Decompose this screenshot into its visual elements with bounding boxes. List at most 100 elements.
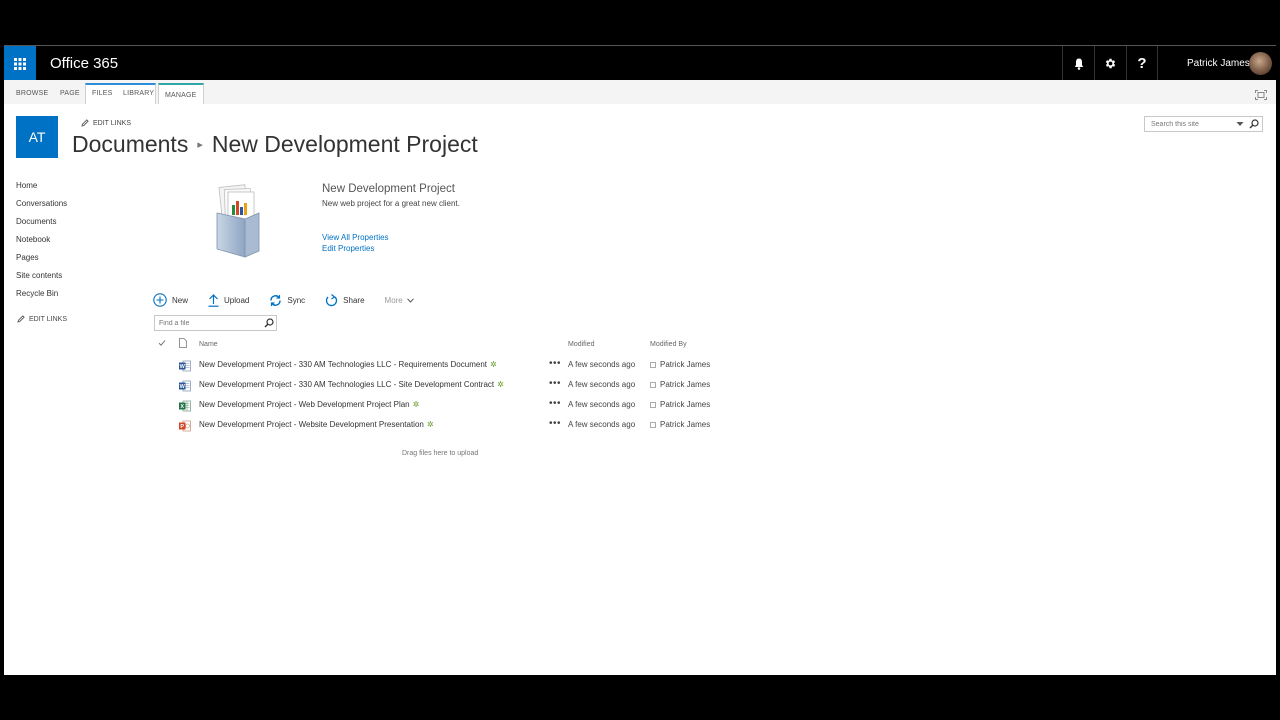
- waffle-icon[interactable]: [4, 46, 36, 81]
- modified-by-user[interactable]: Patrick James: [650, 360, 710, 369]
- file-name: New Development Project - Web Developmen…: [199, 400, 410, 409]
- new-button[interactable]: New: [153, 293, 188, 307]
- more-options-icon[interactable]: •••: [549, 358, 561, 369]
- nav-item-site-contents[interactable]: Site contents: [16, 270, 67, 288]
- modified-value: A few seconds ago: [568, 420, 636, 429]
- modified-by-user[interactable]: Patrick James: [650, 400, 710, 409]
- brand-title[interactable]: Office 365: [50, 46, 118, 81]
- file-name-link[interactable]: New Development Project - 330 AM Technol…: [199, 360, 497, 369]
- file-name-link[interactable]: New Development Project - Website Develo…: [199, 420, 434, 429]
- gear-icon[interactable]: [1094, 46, 1126, 81]
- presence-icon: [650, 381, 656, 388]
- drag-drop-hint[interactable]: Drag files here to upload: [402, 450, 478, 457]
- column-header-modified[interactable]: Modified: [568, 341, 594, 355]
- table-row[interactable]: P New Development Project - Website Deve…: [154, 417, 724, 437]
- suite-bar: Office 365 ? Patrick James: [4, 45, 1276, 81]
- search-box: [1144, 116, 1263, 132]
- nav-item-pages[interactable]: Pages: [16, 252, 67, 270]
- nav-item-documents[interactable]: Documents: [16, 216, 67, 234]
- file-name-link[interactable]: New Development Project - Web Developmen…: [199, 400, 419, 409]
- file-name: New Development Project - Website Develo…: [199, 420, 424, 429]
- modified-by-name: Patrick James: [660, 380, 711, 389]
- column-header-modified-by[interactable]: Modified By: [650, 341, 687, 355]
- modified-by-name: Patrick James: [660, 420, 711, 429]
- tab-manage[interactable]: MANAGE: [158, 83, 204, 104]
- search-icon[interactable]: [264, 318, 274, 328]
- pencil-icon: [17, 315, 25, 323]
- edit-links-label: EDIT LINKS: [93, 119, 131, 127]
- select-all-checkmark-icon[interactable]: [158, 339, 166, 353]
- edit-properties-link[interactable]: Edit Properties: [322, 244, 374, 253]
- presence-icon: [650, 421, 656, 428]
- modified-value: A few seconds ago: [568, 360, 636, 369]
- modified-by-name: Patrick James: [660, 400, 711, 409]
- document-set-icon: [209, 183, 265, 266]
- pencil-icon: [81, 119, 89, 127]
- page-title: New Development Project: [211, 131, 478, 157]
- share-button[interactable]: Share: [325, 293, 365, 307]
- tab-files[interactable]: FILES: [86, 83, 118, 104]
- edit-links-nav[interactable]: EDIT LINKS: [17, 315, 67, 323]
- powerpoint-doc-icon: P: [179, 419, 191, 437]
- modified-by-user[interactable]: Patrick James: [650, 420, 710, 429]
- file-name: New Development Project - 330 AM Technol…: [199, 380, 495, 389]
- word-doc-icon: W: [179, 359, 191, 377]
- svg-text:P: P: [180, 424, 184, 430]
- find-file-input[interactable]: [155, 316, 259, 330]
- edit-links-label: EDIT LINKS: [29, 315, 67, 323]
- file-type-header-icon[interactable]: [179, 338, 187, 352]
- site-logo[interactable]: AT: [16, 116, 58, 158]
- presence-icon: [650, 361, 656, 368]
- svg-text:X: X: [180, 404, 184, 410]
- search-input[interactable]: [1145, 117, 1231, 131]
- more-options-icon[interactable]: •••: [549, 398, 561, 409]
- svg-text:W: W: [180, 384, 186, 390]
- tab-page[interactable]: PAGE: [54, 83, 86, 104]
- modified-value: A few seconds ago: [568, 400, 636, 409]
- help-icon[interactable]: ?: [1126, 46, 1158, 81]
- breadcrumb: Documents ▸ New Development Project: [72, 131, 478, 158]
- breadcrumb-root[interactable]: Documents: [72, 131, 188, 158]
- file-name-link[interactable]: New Development Project - 330 AM Technol…: [199, 380, 504, 389]
- ribbon: BROWSE PAGE FILES LIBRARY MANAGE: [4, 80, 1276, 104]
- edit-links-top[interactable]: EDIT LINKS: [81, 119, 131, 127]
- focus-on-content-icon[interactable]: [1255, 87, 1267, 105]
- command-bar: New Upload Sync Share More: [153, 292, 434, 308]
- view-all-properties-link[interactable]: View All Properties: [322, 233, 389, 242]
- tab-browse[interactable]: BROWSE: [10, 83, 54, 104]
- word-doc-icon: W: [179, 379, 191, 397]
- share-icon: [326, 293, 338, 306]
- find-file-box: [154, 315, 277, 331]
- modified-by-name: Patrick James: [660, 360, 711, 369]
- breadcrumb-separator-icon: ▸: [197, 139, 203, 151]
- library-tools-group: FILES LIBRARY: [85, 83, 156, 104]
- nav-item-recycle-bin[interactable]: Recycle Bin: [16, 288, 67, 306]
- table-row[interactable]: W New Development Project - 330 AM Techn…: [154, 377, 724, 397]
- table-row[interactable]: X New Development Project - Web Developm…: [154, 397, 724, 417]
- nav-item-notebook[interactable]: Notebook: [16, 234, 67, 252]
- more-options-icon[interactable]: •••: [549, 418, 561, 429]
- modified-by-user[interactable]: Patrick James: [650, 380, 710, 389]
- sync-button[interactable]: Sync: [269, 294, 305, 307]
- search-icon[interactable]: [1249, 119, 1259, 129]
- modified-value: A few seconds ago: [568, 380, 636, 389]
- sync-label: Sync: [287, 295, 306, 305]
- new-item-icon: ✲: [426, 420, 434, 429]
- user-name[interactable]: Patrick James: [1187, 46, 1250, 81]
- table-row[interactable]: W New Development Project - 330 AM Techn…: [154, 357, 724, 377]
- avatar[interactable]: [1249, 52, 1272, 75]
- more-label: More: [384, 295, 403, 305]
- upload-button[interactable]: Upload: [208, 293, 249, 307]
- more-button[interactable]: More: [385, 296, 414, 305]
- column-header-name[interactable]: Name: [199, 341, 218, 355]
- chevron-down-icon[interactable]: [1236, 121, 1244, 127]
- nav-item-home[interactable]: Home: [16, 180, 67, 198]
- presence-icon: [650, 401, 656, 408]
- nav-item-conversations[interactable]: Conversations: [16, 198, 67, 216]
- tab-library[interactable]: LIBRARY: [117, 83, 160, 104]
- svg-text:W: W: [180, 364, 186, 370]
- sync-icon: [270, 294, 282, 306]
- bell-icon[interactable]: [1062, 46, 1094, 81]
- more-options-icon[interactable]: •••: [549, 378, 561, 389]
- new-item-icon: ✲: [412, 400, 420, 409]
